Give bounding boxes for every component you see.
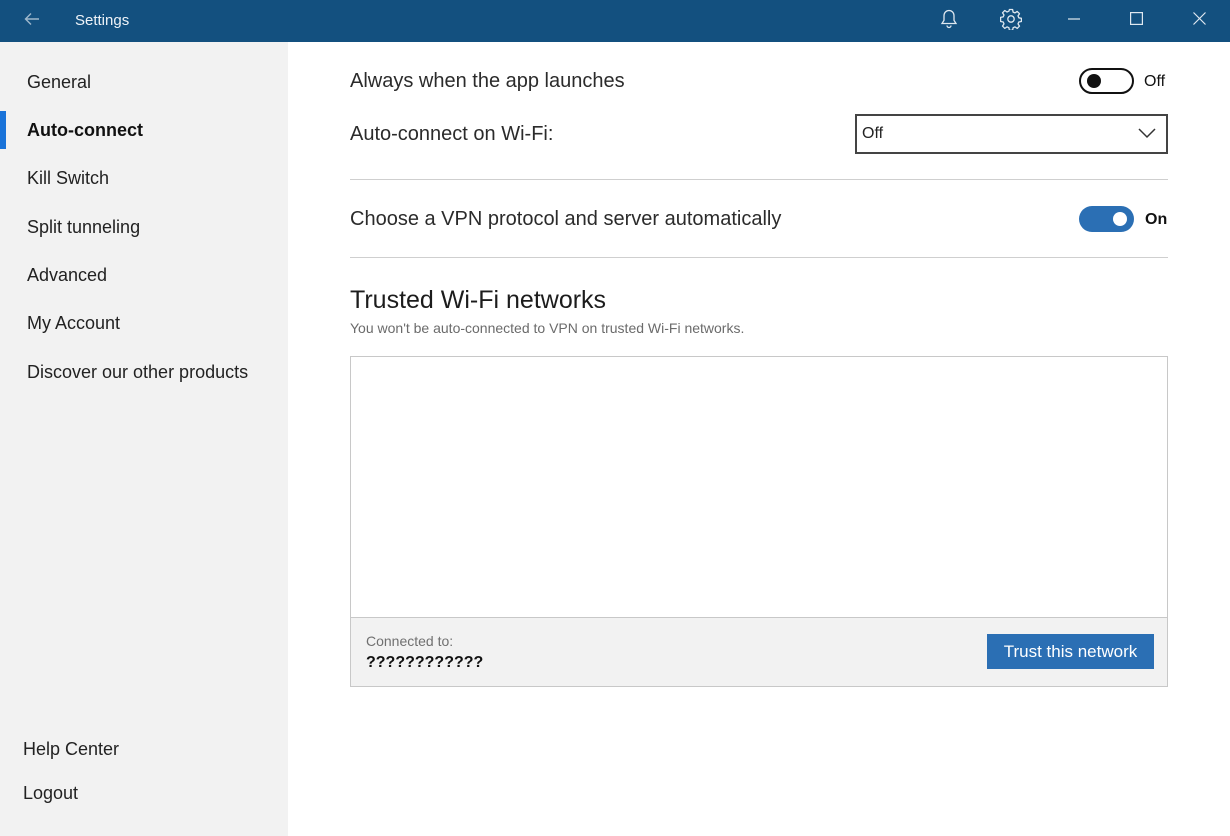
sidebar-item-general[interactable]: General: [0, 62, 288, 102]
maximize-button[interactable]: [1113, 0, 1159, 42]
close-button[interactable]: [1176, 0, 1222, 42]
sidebar: General Auto-connect Kill Switch Split t…: [0, 42, 288, 836]
divider: [350, 257, 1168, 258]
minimize-icon: [1068, 12, 1080, 30]
connected-to-label: Connected to:: [366, 633, 454, 649]
trusted-networks-title: Trusted Wi-Fi networks: [350, 286, 607, 314]
logout-link[interactable]: Logout: [0, 775, 288, 811]
arrow-left-icon: [24, 12, 40, 31]
help-center-link[interactable]: Help Center: [0, 731, 288, 767]
connected-network-name: ????????????: [366, 654, 484, 671]
minimize-button[interactable]: [1051, 0, 1097, 42]
current-network-footer: Connected to: ???????????? Trust this ne…: [351, 617, 1167, 686]
trusted-networks-list[interactable]: [351, 357, 1167, 617]
auto-protocol-label: Choose a VPN protocol and server automat…: [350, 208, 782, 230]
chevron-down-icon: [1138, 126, 1156, 144]
sidebar-item-my-account[interactable]: My Account: [0, 303, 288, 343]
wifi-autoconnect-label: Auto-connect on Wi-Fi:: [350, 123, 554, 145]
title-bar: Settings: [0, 0, 1230, 42]
back-button[interactable]: [18, 8, 46, 34]
trusted-networks-subtitle: You won't be auto-connected to VPN on tr…: [350, 320, 745, 336]
settings-panel: Always when the app launches Off Auto-co…: [288, 42, 1230, 836]
maximize-icon: [1129, 12, 1143, 30]
app-launch-state: Off: [1144, 73, 1166, 90]
sidebar-item-split-tunneling[interactable]: Split tunneling: [0, 207, 288, 247]
window-title: Settings: [75, 12, 130, 29]
auto-protocol-state: On: [1145, 211, 1168, 228]
toggle-knob: [1113, 212, 1127, 226]
divider: [350, 179, 1168, 180]
sidebar-item-discover-products[interactable]: Discover our other products: [0, 352, 288, 392]
trusted-networks-box: Connected to: ???????????? Trust this ne…: [350, 356, 1168, 687]
settings-button[interactable]: [988, 0, 1034, 42]
app-launch-toggle[interactable]: [1079, 68, 1134, 94]
auto-protocol-toggle[interactable]: [1079, 206, 1134, 232]
gear-icon: [999, 8, 1023, 35]
close-icon: [1192, 12, 1206, 30]
bell-icon: [940, 9, 958, 34]
trust-network-button[interactable]: Trust this network: [987, 634, 1154, 669]
sidebar-item-auto-connect[interactable]: Auto-connect: [0, 110, 288, 150]
toggle-knob: [1087, 74, 1101, 88]
sidebar-item-advanced[interactable]: Advanced: [0, 255, 288, 295]
wifi-autoconnect-value: Off: [862, 125, 884, 142]
app-launch-label: Always when the app launches: [350, 70, 625, 92]
notifications-button[interactable]: [926, 0, 972, 42]
sidebar-item-kill-switch[interactable]: Kill Switch: [0, 158, 288, 198]
wifi-autoconnect-select[interactable]: Off: [855, 114, 1168, 154]
